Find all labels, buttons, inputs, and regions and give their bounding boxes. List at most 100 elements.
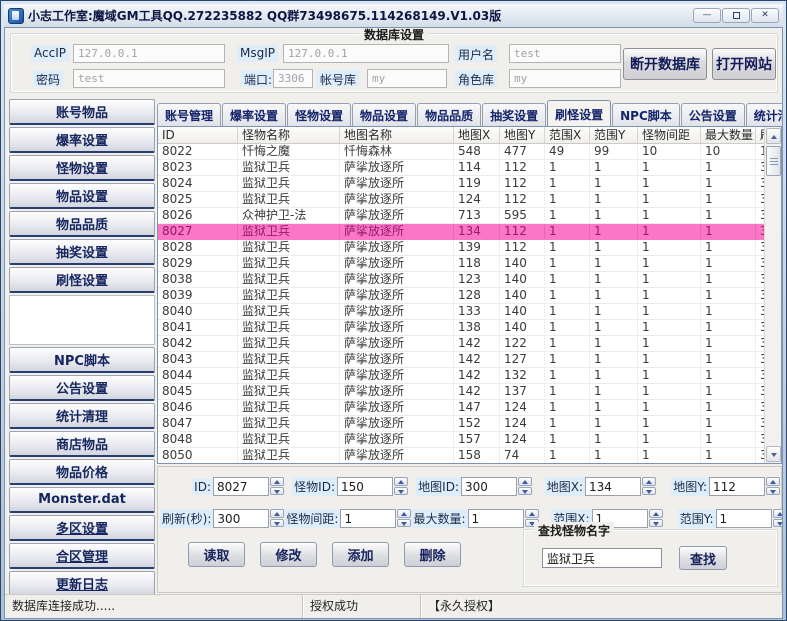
spinner-up-icon[interactable] [766, 477, 780, 486]
column-header-5[interactable]: 范围X [545, 127, 590, 143]
maximize-icon[interactable] [722, 8, 750, 23]
tab-4[interactable]: 物品品质 [417, 103, 481, 126]
spinner-up-icon[interactable] [270, 477, 284, 486]
table-row[interactable]: 8047监狱卫兵萨挲放逐所15212411113 [158, 416, 782, 432]
close-icon[interactable]: ✕ [751, 8, 779, 23]
search-button[interactable]: 查找 [679, 546, 727, 570]
spinner-up-icon[interactable] [773, 509, 783, 518]
column-header-0[interactable]: ID [158, 127, 238, 143]
sidebar-item-0[interactable]: 账号物品 [9, 99, 155, 125]
sidebar-item-3[interactable]: 物品设置 [9, 183, 155, 209]
action-button-0[interactable]: 读取 [188, 542, 245, 567]
sidebar-item-6[interactable]: 刷怪设置 [9, 267, 155, 293]
table-row[interactable]: 8048监狱卫兵萨挲放逐所15712411113 [158, 432, 782, 448]
table-row[interactable]: 8040监狱卫兵萨挲放逐所13314011113 [158, 304, 782, 320]
sidebar-item-1[interactable]: 爆率设置 [9, 127, 155, 153]
form-field-input[interactable] [709, 477, 765, 496]
password-input[interactable] [73, 69, 225, 88]
column-header-1[interactable]: 怪物名称 [238, 127, 340, 143]
monster-name-input[interactable] [542, 548, 662, 568]
table-row[interactable]: 8029监狱卫兵萨挲放逐所11814011113 [158, 256, 782, 272]
open-website-button[interactable]: 打开网站 [712, 48, 776, 80]
form-field-input[interactable] [340, 509, 396, 528]
form-field-input[interactable] [461, 477, 517, 496]
spinner-down-icon[interactable] [518, 487, 532, 496]
sidebar-item-8[interactable]: NPC脚本 [9, 347, 155, 373]
table-row[interactable]: 8050监狱卫兵萨挲放逐所1587411113 [158, 448, 782, 464]
spinner-down-icon[interactable] [270, 519, 284, 528]
tab-7[interactable]: NPC脚本 [612, 103, 680, 126]
spinner-down-icon[interactable] [773, 519, 783, 528]
table-row[interactable]: 8025监狱卫兵萨挲放逐所12411211113 [158, 192, 782, 208]
tab-6[interactable]: 刷怪设置 [547, 100, 611, 126]
port-input[interactable] [273, 69, 313, 88]
vertical-scrollbar[interactable] [764, 127, 781, 463]
form-field-input[interactable] [213, 477, 269, 496]
tab-0[interactable]: 账号管理 [157, 103, 221, 126]
table-row[interactable]: 8022忏悔之魔忏悔森林548477499910101 [158, 144, 782, 160]
sidebar-item-9[interactable]: 公告设置 [9, 375, 155, 401]
table-row[interactable]: 8045监狱卫兵萨挲放逐所14213711113 [158, 384, 782, 400]
spinner-up-icon[interactable] [397, 509, 411, 518]
tab-9[interactable]: 统计清理 [746, 103, 783, 126]
table-row[interactable]: 8043监狱卫兵萨挲放逐所14212711113 [158, 352, 782, 368]
form-field-input[interactable] [337, 477, 393, 496]
sidebar-item-13[interactable]: Monster.dat [9, 487, 155, 513]
table-row[interactable]: 8023监狱卫兵萨挲放逐所11411211113 [158, 160, 782, 176]
spinner-down-icon[interactable] [642, 487, 656, 496]
table-row[interactable]: 8046监狱卫兵萨挲放逐所14712411113 [158, 400, 782, 416]
table-row[interactable]: 8039监狱卫兵萨挲放逐所12814011113 [158, 288, 782, 304]
tab-2[interactable]: 怪物设置 [287, 103, 351, 126]
table-row[interactable]: 8028监狱卫兵萨挲放逐所13911211113 [158, 240, 782, 256]
table-row-selected[interactable]: 8027监狱卫兵萨挲放逐所13411211113 [158, 224, 782, 240]
scroll-up-icon[interactable] [766, 128, 781, 144]
action-button-2[interactable]: 添加 [332, 542, 389, 567]
table-row[interactable]: 8038监狱卫兵萨挲放逐所12314011113 [158, 272, 782, 288]
sidebar-item-12[interactable]: 物品价格 [9, 459, 155, 485]
msgip-input[interactable] [283, 44, 449, 63]
column-header-6[interactable]: 范围Y [590, 127, 638, 143]
username-input[interactable] [509, 44, 621, 63]
spinner-down-icon[interactable] [394, 487, 408, 496]
column-header-3[interactable]: 地图X [454, 127, 500, 143]
spinner-up-icon[interactable] [649, 509, 663, 518]
spinner-down-icon[interactable] [270, 487, 284, 496]
table-row[interactable]: 8042监狱卫兵萨挲放逐所14212211113 [158, 336, 782, 352]
tab-5[interactable]: 抽奖设置 [482, 103, 546, 126]
spinner-down-icon[interactable] [766, 487, 780, 496]
column-header-4[interactable]: 地图Y [500, 127, 545, 143]
spinner-down-icon[interactable] [649, 519, 663, 528]
form-field-input[interactable] [585, 477, 641, 496]
spinner-down-icon[interactable] [397, 519, 411, 528]
sidebar-item-5[interactable]: 抽奖设置 [9, 239, 155, 265]
tab-8[interactable]: 公告设置 [681, 103, 745, 126]
spinner-up-icon[interactable] [642, 477, 656, 486]
tab-3[interactable]: 物品设置 [352, 103, 416, 126]
sidebar-item-14[interactable]: 多区设置 [9, 515, 155, 541]
spinner-up-icon[interactable] [270, 509, 284, 518]
table-row[interactable]: 8024监狱卫兵萨挲放逐所11911211113 [158, 176, 782, 192]
column-header-8[interactable]: 最大数量 [701, 127, 756, 143]
sidebar-item-15[interactable]: 合区管理 [9, 543, 155, 569]
sidebar-item-2[interactable]: 怪物设置 [9, 155, 155, 181]
disconnect-database-button[interactable]: 断开数据库 [623, 48, 707, 80]
action-button-3[interactable]: 删除 [404, 542, 461, 567]
form-field-input[interactable] [468, 509, 524, 528]
table-row[interactable]: 8041监狱卫兵萨挲放逐所13814011113 [158, 320, 782, 336]
table-row[interactable]: 8044监狱卫兵萨挲放逐所14213211113 [158, 368, 782, 384]
table-row[interactable]: 8026众神护卫-法萨挲放逐所71359511113 [158, 208, 782, 224]
sidebar-item-11[interactable]: 商店物品 [9, 431, 155, 457]
spinner-up-icon[interactable] [525, 509, 539, 518]
column-header-7[interactable]: 怪物间距 [638, 127, 701, 143]
role-db-input[interactable] [509, 69, 621, 88]
spinner-up-icon[interactable] [394, 477, 408, 486]
tab-1[interactable]: 爆率设置 [222, 103, 286, 126]
column-header-2[interactable]: 地图名称 [340, 127, 454, 143]
form-field-input[interactable] [716, 509, 772, 528]
sidebar-item-10[interactable]: 统计清理 [9, 403, 155, 429]
form-field-input[interactable] [213, 509, 269, 528]
account-db-input[interactable] [367, 69, 447, 88]
scrollbar-thumb[interactable] [766, 146, 781, 176]
sidebar-item-4[interactable]: 物品品质 [9, 211, 155, 237]
spinner-up-icon[interactable] [518, 477, 532, 486]
